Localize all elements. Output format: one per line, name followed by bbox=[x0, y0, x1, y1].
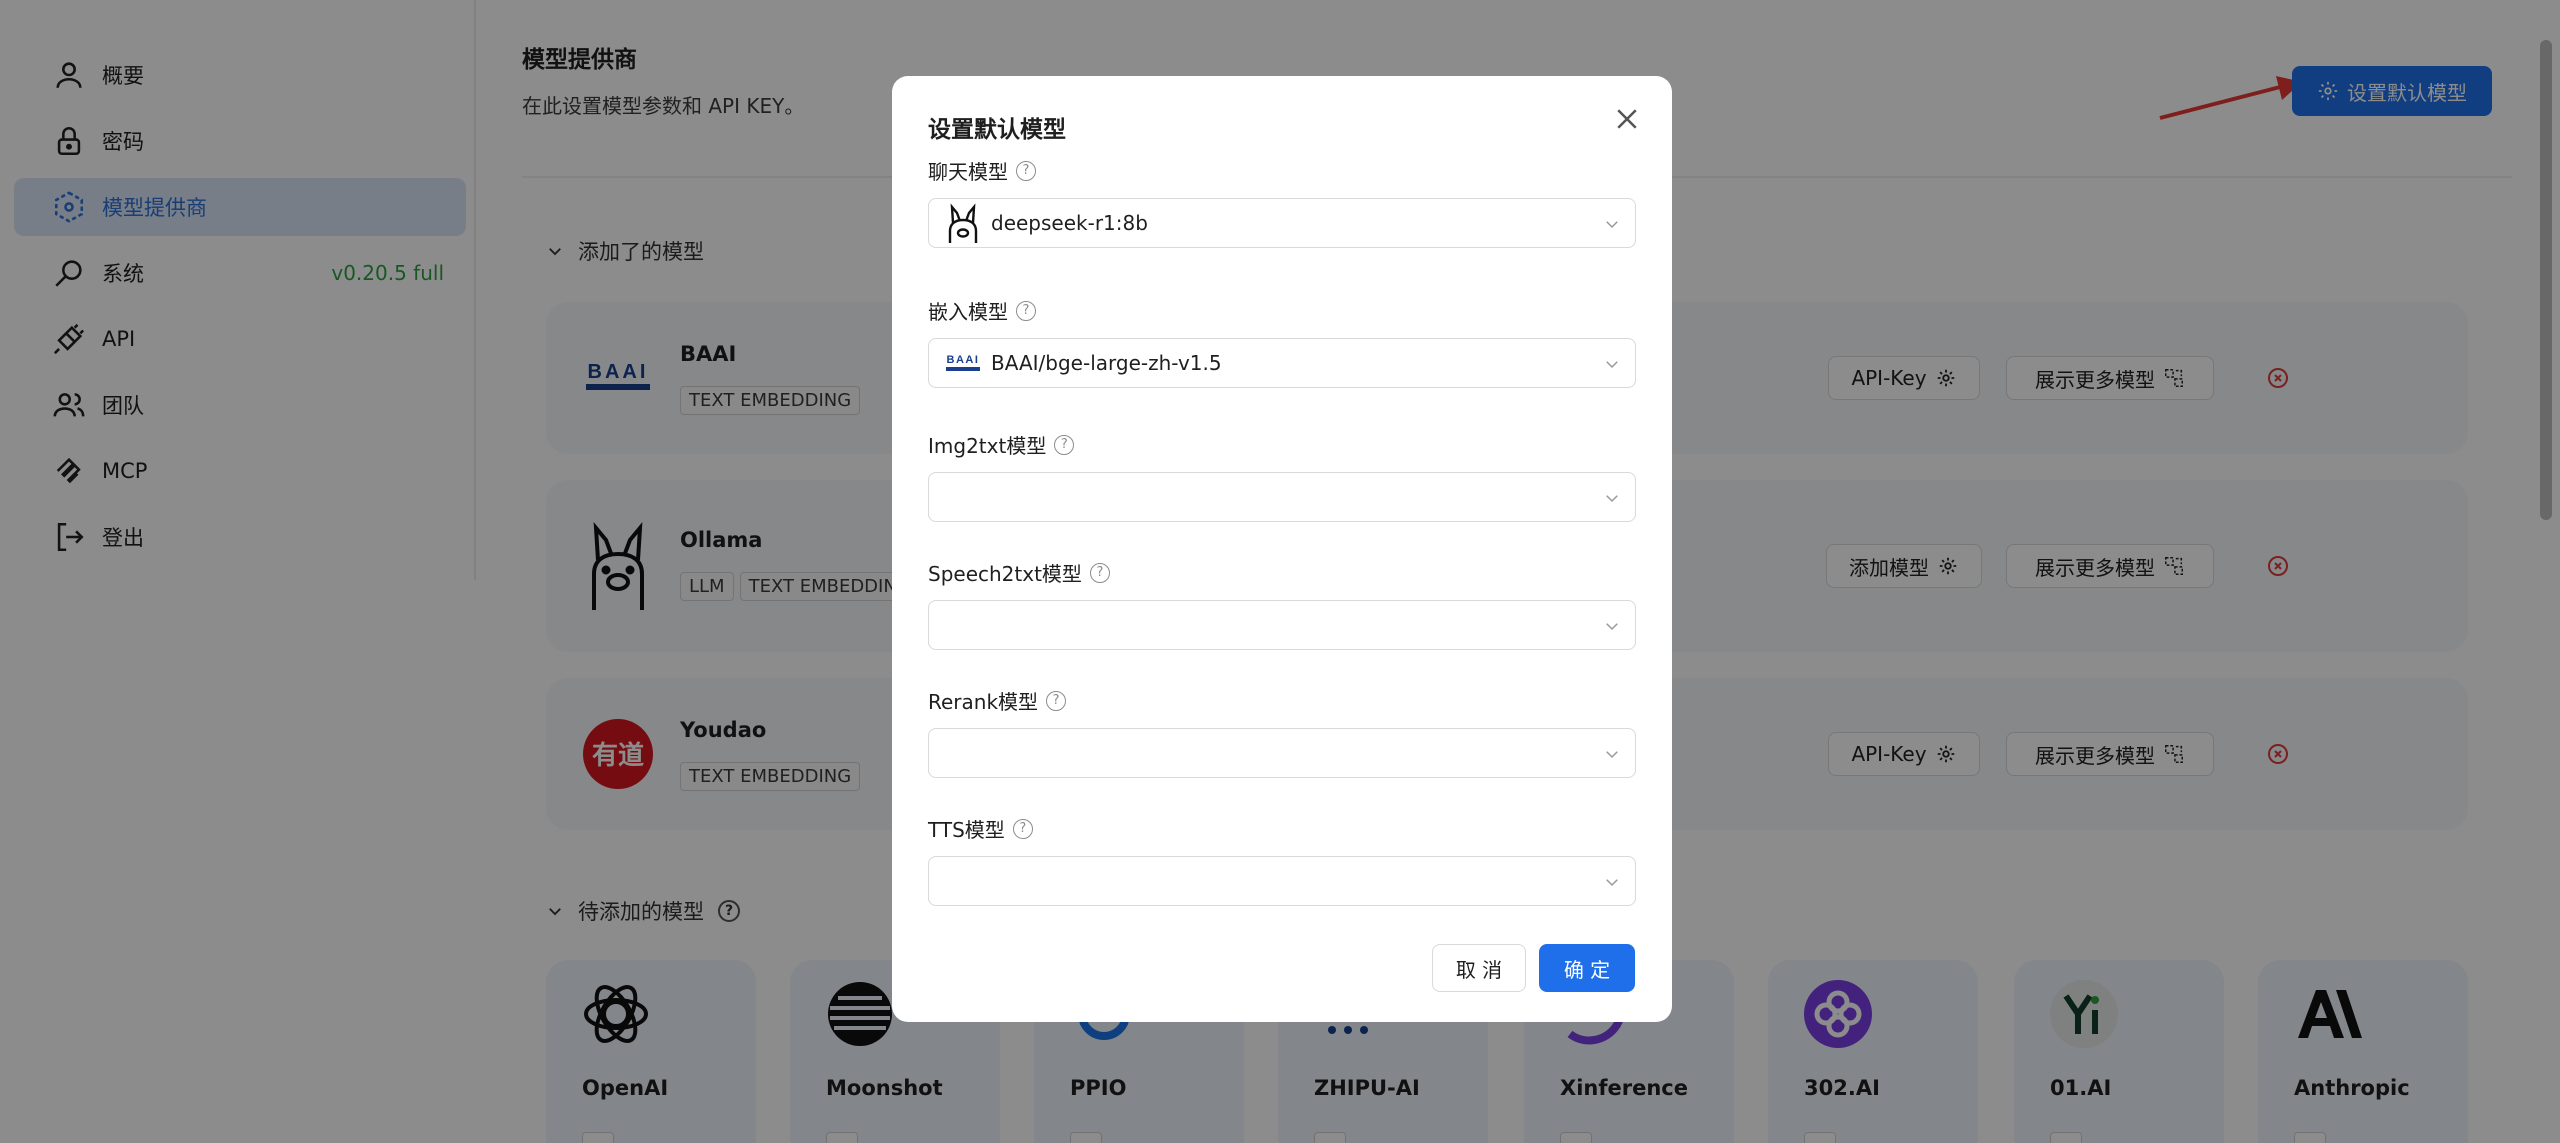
tts-model-select[interactable] bbox=[928, 856, 1636, 906]
help-icon[interactable]: ? bbox=[1089, 562, 1110, 583]
chevron-down-icon bbox=[1606, 495, 1618, 503]
img2txt-model-label: Img2txt模型 ? bbox=[928, 430, 1075, 459]
chat-model-label: 聊天模型 ? bbox=[928, 156, 1036, 185]
chevron-down-icon bbox=[1606, 221, 1618, 229]
chevron-down-icon bbox=[1606, 751, 1618, 759]
field-label-text: 聊天模型 bbox=[928, 160, 1008, 184]
help-icon[interactable]: ? bbox=[1046, 690, 1067, 711]
svg-text:BAAI: BAAI bbox=[947, 354, 980, 366]
chat-model-value: deepseek-r1:8b bbox=[991, 211, 1148, 235]
set-default-model-dialog: 设置默认模型 聊天模型 ? deepseek-r1:8b 嵌入模型 ? BAAI… bbox=[892, 76, 1672, 1022]
chevron-down-icon bbox=[1606, 361, 1618, 369]
field-label-text: TTS模型 bbox=[928, 818, 1005, 842]
speech2txt-model-select[interactable] bbox=[928, 600, 1636, 650]
field-label-text: Speech2txt模型 bbox=[928, 562, 1082, 586]
ollama-logo-icon bbox=[943, 203, 983, 243]
embedding-model-value: BAAI/bge-large-zh-v1.5 bbox=[991, 351, 1222, 375]
help-icon[interactable]: ? bbox=[1016, 160, 1036, 181]
img2txt-model-select[interactable] bbox=[928, 472, 1636, 522]
help-icon[interactable]: ? bbox=[1016, 300, 1036, 321]
rerank-model-label: Rerank模型 ? bbox=[928, 686, 1067, 715]
embedding-model-label: 嵌入模型 ? bbox=[928, 296, 1036, 325]
dialog-title: 设置默认模型 bbox=[928, 117, 1066, 143]
embedding-model-select[interactable]: BAAI BAAI/bge-large-zh-v1.5 bbox=[928, 338, 1636, 388]
rerank-model-select[interactable] bbox=[928, 728, 1636, 778]
field-label-text: 嵌入模型 bbox=[928, 300, 1008, 324]
chat-model-select[interactable]: deepseek-r1:8b bbox=[928, 198, 1636, 248]
confirm-button[interactable]: 确 定 bbox=[1539, 944, 1635, 992]
chevron-down-icon bbox=[1606, 879, 1618, 887]
speech2txt-model-label: Speech2txt模型 ? bbox=[928, 558, 1110, 587]
tts-model-label: TTS模型 ? bbox=[928, 814, 1033, 843]
field-label-text: Rerank模型 bbox=[928, 690, 1039, 714]
field-label-text: Img2txt模型 bbox=[928, 434, 1047, 458]
chevron-down-icon bbox=[1606, 623, 1618, 631]
close-icon[interactable] bbox=[1612, 104, 1642, 134]
help-icon[interactable]: ? bbox=[1012, 818, 1033, 839]
baai-logo-icon: BAAI bbox=[943, 343, 983, 383]
cancel-button[interactable]: 取 消 bbox=[1432, 944, 1526, 992]
help-icon[interactable]: ? bbox=[1054, 434, 1075, 455]
